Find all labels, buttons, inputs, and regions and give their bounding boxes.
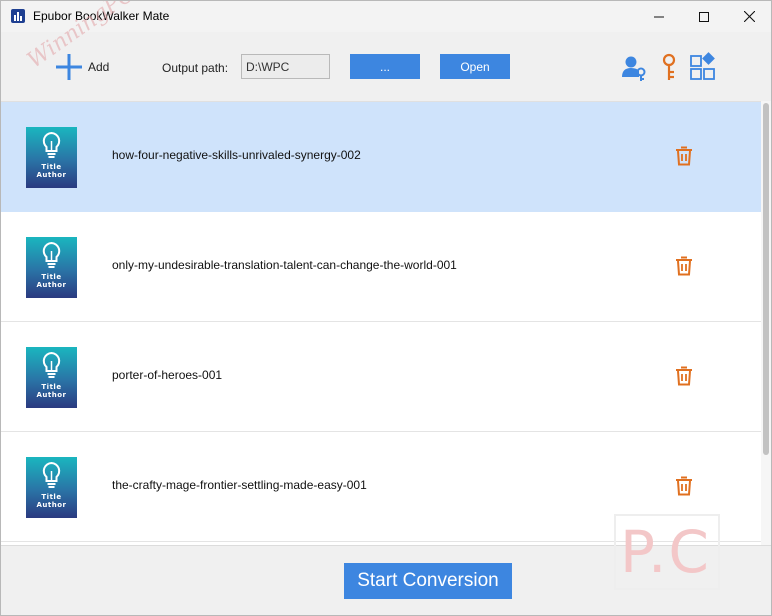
trash-icon [676, 146, 692, 166]
window-title: Epubor BookWalker Mate [33, 9, 170, 23]
browse-button[interactable]: ... [350, 54, 420, 79]
cover-author: Author [36, 391, 67, 399]
user-key-button[interactable] [620, 52, 648, 82]
close-button[interactable] [726, 1, 771, 32]
book-row[interactable]: Title Author porter-of-heroes-001 [1, 322, 761, 432]
lightbulb-icon [42, 461, 61, 488]
plus-icon [56, 54, 82, 80]
book-list[interactable]: Title Author how-four-negative-skills-un… [1, 101, 771, 545]
book-row[interactable]: Title Author only-my-undesirable-transla… [1, 212, 761, 322]
delete-button[interactable] [675, 146, 693, 166]
cover-title: Title [41, 383, 62, 391]
footer: Start Conversion [1, 545, 771, 615]
book-name: only-my-undesirable-translation-talent-c… [112, 258, 457, 272]
cover-title: Title [41, 493, 62, 501]
maximize-icon [699, 11, 709, 22]
user-key-icon [622, 56, 646, 81]
close-icon [743, 11, 755, 22]
scrollbar-thumb[interactable] [763, 103, 769, 455]
start-conversion-button[interactable]: Start Conversion [344, 563, 512, 599]
list-scrollbar[interactable] [761, 101, 771, 545]
cover-title: Title [41, 163, 62, 171]
add-label: Add [88, 60, 110, 74]
cover-title: Title [41, 273, 62, 281]
cover-author: Author [36, 171, 67, 179]
app-window: Epubor BookWalker Mate Add Output path: … [0, 0, 772, 616]
delete-button[interactable] [675, 476, 693, 496]
book-cover: Title Author [26, 237, 77, 298]
output-path-label: Output path: [162, 61, 229, 75]
delete-button[interactable] [675, 366, 693, 386]
trash-icon [676, 256, 692, 276]
book-row[interactable]: Title Author how-four-negative-skills-un… [1, 102, 761, 212]
maximize-button[interactable] [681, 1, 727, 32]
lightbulb-icon [42, 241, 61, 268]
book-cover: Title Author [26, 457, 77, 518]
delete-button[interactable] [675, 256, 693, 276]
toolbar: Add Output path: ... Open [1, 32, 771, 102]
cover-author: Author [36, 501, 67, 509]
book-name: how-four-negative-skills-unrivaled-syner… [112, 148, 361, 162]
book-name: porter-of-heroes-001 [112, 368, 223, 382]
book-row[interactable]: Title Author the-crafty-mage-frontier-se… [1, 432, 761, 542]
add-button[interactable]: Add [54, 52, 109, 82]
minimize-icon [654, 16, 664, 17]
lightbulb-icon [42, 351, 61, 378]
book-cover: Title Author [26, 127, 77, 188]
cover-author: Author [36, 281, 67, 289]
apps-icon [690, 52, 715, 80]
title-bar: Epubor BookWalker Mate [1, 1, 771, 32]
book-name: the-crafty-mage-frontier-settling-made-e… [112, 478, 367, 492]
apps-button[interactable] [689, 52, 717, 82]
key-icon [662, 53, 676, 80]
minimize-button[interactable] [636, 1, 682, 32]
book-cover: Title Author [26, 347, 77, 408]
key-button[interactable] [655, 52, 683, 82]
trash-icon [676, 476, 692, 496]
trash-icon [676, 366, 692, 386]
output-path-field[interactable] [241, 54, 330, 79]
app-logo-icon [11, 9, 25, 23]
open-folder-button[interactable]: Open [440, 54, 510, 79]
lightbulb-icon [42, 131, 61, 158]
